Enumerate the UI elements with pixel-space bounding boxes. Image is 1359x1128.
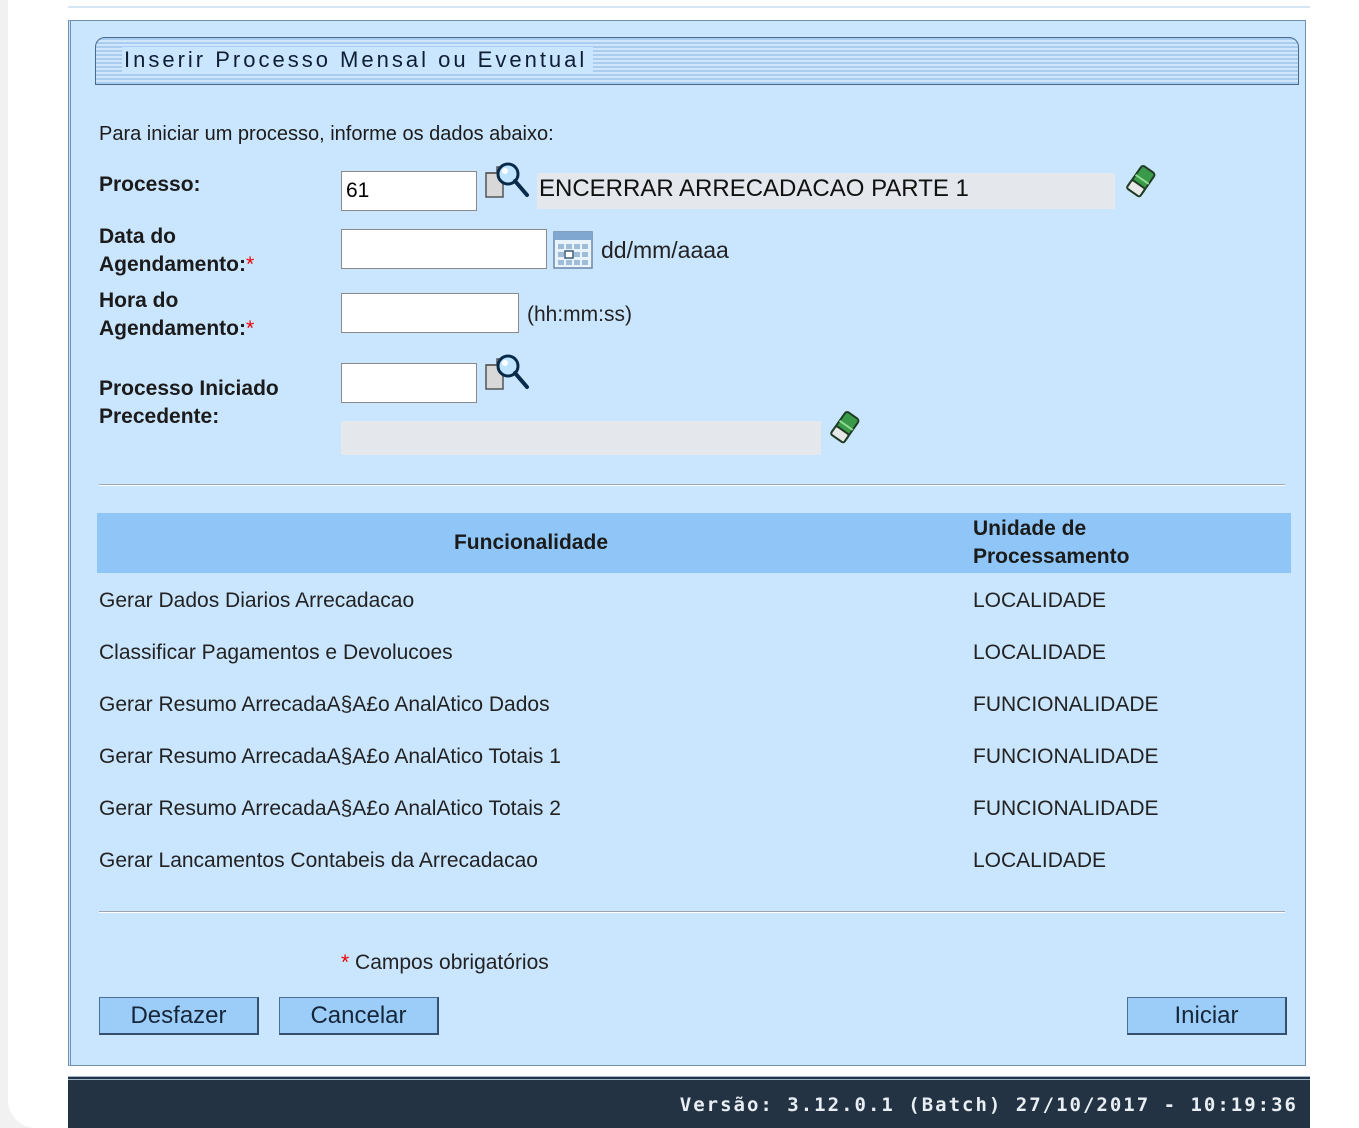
cell-unidade: LOCALIDADE	[973, 641, 1107, 664]
processo-precedente-label: Processo Iniciado Precedente:	[99, 375, 279, 431]
page-title: Inserir Processo Mensal ou Eventual	[122, 47, 594, 73]
search-icon[interactable]	[483, 159, 531, 206]
unidade-header-line1: Unidade de	[973, 517, 1087, 540]
hora-agendamento-label: Hora do Agendamento:*	[99, 287, 254, 343]
table-row: Gerar Resumo ArrecadaA§A£o AnalAtico Tot…	[99, 785, 1289, 837]
title-bar: Inserir Processo Mensal ou Eventual	[95, 37, 1299, 85]
cell-funcionalidade: Gerar Dados Diarios Arrecadacao	[99, 589, 415, 612]
cell-funcionalidade: Gerar Resumo ArrecadaA§A£o AnalAtico Dad…	[99, 693, 550, 716]
processo-precedente-input[interactable]	[341, 363, 477, 403]
top-divider	[68, 6, 1310, 12]
table-divider	[99, 911, 1285, 913]
data-label-line2: Agendamento:	[99, 253, 246, 276]
processo-description: ENCERRAR ARRECADACAO PARTE 1	[537, 173, 1115, 209]
form-divider	[99, 484, 1285, 486]
cell-unidade: FUNCIONALIDADE	[973, 745, 1159, 768]
version-text: Versão: 3.12.0.1 (Batch) 27/10/2017 - 10…	[679, 1094, 1298, 1116]
search-icon[interactable]	[483, 351, 531, 398]
data-label-line1: Data do	[99, 225, 177, 248]
column-header-unidade: Unidade de Processamento	[969, 513, 1291, 573]
hora-format-hint: (hh:mm:ss)	[527, 303, 632, 326]
table-row: Classificar Pagamentos e Devolucoes LOCA…	[99, 629, 1289, 681]
processo-input[interactable]	[341, 171, 477, 211]
cell-unidade: LOCALIDADE	[973, 849, 1107, 872]
hora-label-line1: Hora do	[99, 289, 179, 312]
required-fields-text: Campos obrigatórios	[349, 951, 549, 974]
desfazer-button[interactable]: Desfazer	[99, 997, 259, 1035]
calendar-icon[interactable]	[553, 231, 593, 274]
required-mark: *	[246, 317, 255, 340]
table-row: Gerar Dados Diarios Arrecadacao LOCALIDA…	[99, 577, 1289, 629]
required-mark: *	[341, 951, 350, 974]
column-header-funcionalidade: Funcionalidade	[453, 531, 608, 554]
required-fields-note: * Campos obrigatórios	[341, 951, 549, 975]
cell-unidade: FUNCIONALIDADE	[973, 797, 1159, 820]
cell-unidade: LOCALIDADE	[973, 589, 1107, 612]
processo-precedente-description	[341, 421, 821, 455]
cell-funcionalidade: Gerar Lancamentos Contabeis da Arrecadac…	[99, 849, 538, 872]
hora-agendamento-input[interactable]	[341, 293, 519, 333]
table-row: Gerar Lancamentos Contabeis da Arrecadac…	[99, 837, 1289, 889]
data-agendamento-input[interactable]	[341, 229, 547, 269]
precedente-label-line1: Processo Iniciado	[99, 377, 279, 400]
table-row: Gerar Resumo ArrecadaA§A£o AnalAtico Tot…	[99, 733, 1289, 785]
cell-funcionalidade: Classificar Pagamentos e Devolucoes	[99, 641, 453, 664]
data-format-hint: dd/mm/aaaa	[601, 237, 729, 263]
data-agendamento-label: Data do Agendamento:*	[99, 223, 254, 279]
eraser-icon[interactable]	[1121, 161, 1161, 206]
table-header: Funcionalidade Unidade de Processamento	[97, 513, 1291, 573]
cancelar-button[interactable]: Cancelar	[279, 997, 439, 1035]
main-panel: Inserir Processo Mensal ou Eventual Para…	[68, 20, 1306, 1066]
table-row: Gerar Resumo ArrecadaA§A£o AnalAtico Dad…	[99, 681, 1289, 733]
unidade-header-line2: Processamento	[973, 545, 1130, 568]
cell-funcionalidade: Gerar Resumo ArrecadaA§A£o AnalAtico Tot…	[99, 797, 561, 820]
cell-funcionalidade: Gerar Resumo ArrecadaA§A£o AnalAtico Tot…	[99, 745, 561, 768]
iniciar-button[interactable]: Iniciar	[1127, 997, 1287, 1035]
processo-label: Processo:	[99, 173, 201, 196]
precedente-label-line2: Precedente:	[99, 405, 220, 428]
footer-bar: Versão: 3.12.0.1 (Batch) 27/10/2017 - 10…	[68, 1076, 1310, 1128]
hora-label-line2: Agendamento:	[99, 317, 246, 340]
required-mark: *	[246, 253, 255, 276]
intro-text: Para iniciar um processo, informe os dad…	[99, 123, 554, 145]
eraser-icon[interactable]	[825, 407, 865, 452]
cell-unidade: FUNCIONALIDADE	[973, 693, 1159, 716]
